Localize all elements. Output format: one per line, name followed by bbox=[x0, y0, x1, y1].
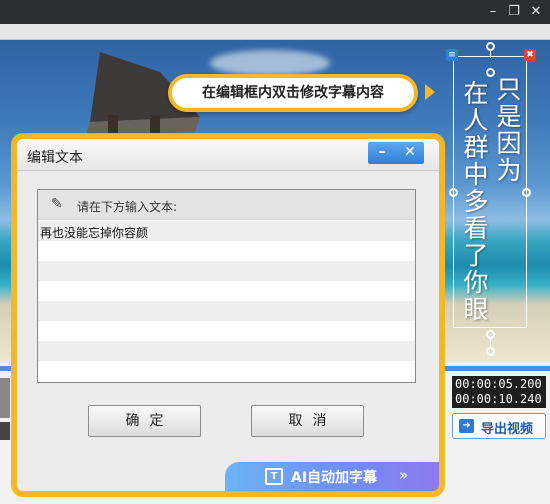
time-current: 00:00:05.200 bbox=[455, 377, 542, 391]
subtitle-char: 中 bbox=[463, 160, 489, 189]
subtitle-char: 你 bbox=[463, 268, 489, 297]
subtitle-char: 眼 bbox=[463, 295, 489, 324]
double-chevron-icon: » bbox=[399, 466, 409, 484]
subtitle-char: 看 bbox=[463, 214, 489, 243]
list-icon[interactable]: ≡ bbox=[446, 49, 458, 61]
time-display: 00:00:05.200 00:00:10.240 bbox=[452, 376, 546, 408]
restore-button[interactable]: ❐ bbox=[505, 3, 523, 21]
subtitle-text[interactable]: 只是因为 在人群中多看了你眼 bbox=[462, 76, 524, 326]
subtitle-char: 人 bbox=[463, 106, 489, 135]
export-video-button[interactable]: ➜ 导出视频 bbox=[452, 413, 546, 439]
ai-subtitle-button[interactable]: T AI自动加字幕 » bbox=[225, 462, 439, 491]
dialog-minimize-button[interactable]: – bbox=[368, 142, 396, 164]
trash-icon[interactable]: ✖ bbox=[524, 49, 536, 61]
text-line bbox=[38, 241, 415, 261]
text-line bbox=[38, 301, 415, 321]
control-stub bbox=[0, 378, 10, 418]
move-handle[interactable] bbox=[486, 347, 495, 356]
control-stub bbox=[0, 422, 10, 440]
resize-handle-bottom[interactable] bbox=[486, 330, 495, 339]
minimize-button[interactable]: – bbox=[484, 3, 502, 21]
subtitle-char: 是 bbox=[496, 102, 522, 131]
subtitle-char: 了 bbox=[463, 241, 489, 270]
text-line bbox=[38, 341, 415, 361]
hint-bubble: 在编辑框内双击修改字幕内容 bbox=[168, 74, 418, 112]
subtitle-column-2: 在人群中多看了你眼 bbox=[462, 80, 490, 323]
dialog-title: 编辑文本 bbox=[27, 150, 83, 166]
rotate-handle[interactable] bbox=[486, 42, 495, 51]
subtitle-column-1: 只是因为 bbox=[495, 76, 523, 184]
text-line bbox=[38, 261, 415, 281]
text-input-area[interactable]: ✎ 请在下方输入文本: 再也没能忘掉你容颜 bbox=[37, 189, 416, 383]
cloud bbox=[210, 50, 330, 76]
ai-subtitle-label: AI自动加字幕 bbox=[291, 470, 378, 486]
text-value[interactable]: 再也没能忘掉你容颜 bbox=[40, 224, 148, 241]
subtitle-char: 只 bbox=[496, 75, 522, 104]
subtitle-char: 群 bbox=[463, 133, 489, 162]
resize-handle-left[interactable] bbox=[449, 188, 458, 197]
app-titlebar: – ❐ ✕ bbox=[0, 0, 550, 24]
text-area-prompt: 请在下方输入文本: bbox=[77, 200, 178, 214]
hint-text: 在编辑框内双击修改字幕内容 bbox=[202, 85, 384, 101]
export-label: 导出视频 bbox=[481, 422, 534, 437]
subtitle-char: 因 bbox=[496, 129, 522, 158]
ok-button[interactable]: 确定 bbox=[88, 405, 201, 437]
subtitle-char: 为 bbox=[496, 156, 522, 185]
dialog-close-button[interactable]: ✕ bbox=[396, 142, 424, 164]
text-line bbox=[38, 361, 415, 381]
subtitle-char: 在 bbox=[463, 79, 489, 108]
time-total: 00:00:10.240 bbox=[455, 392, 542, 406]
edit-text-dialog: 编辑文本 – ✕ ✎ 请在下方输入文本: 再也没能忘掉你容颜 确定 取消 bbox=[17, 139, 439, 491]
dialog-window-controls: – ✕ bbox=[368, 142, 424, 164]
edit-icon: ✎ bbox=[51, 196, 63, 212]
menu-strip bbox=[0, 24, 550, 40]
close-window-button[interactable]: ✕ bbox=[527, 3, 545, 21]
export-icon: ➜ bbox=[459, 419, 474, 433]
text-line bbox=[38, 281, 415, 301]
subtitle-char: 多 bbox=[463, 187, 489, 216]
text-area-header: ✎ 请在下方输入文本: bbox=[38, 190, 415, 220]
dialog-titlebar[interactable]: 编辑文本 – ✕ bbox=[17, 139, 439, 171]
text-line bbox=[38, 321, 415, 341]
cancel-button[interactable]: 取消 bbox=[251, 405, 364, 437]
subtitle-icon: T bbox=[265, 468, 283, 485]
hint-arrow-icon bbox=[425, 84, 435, 100]
